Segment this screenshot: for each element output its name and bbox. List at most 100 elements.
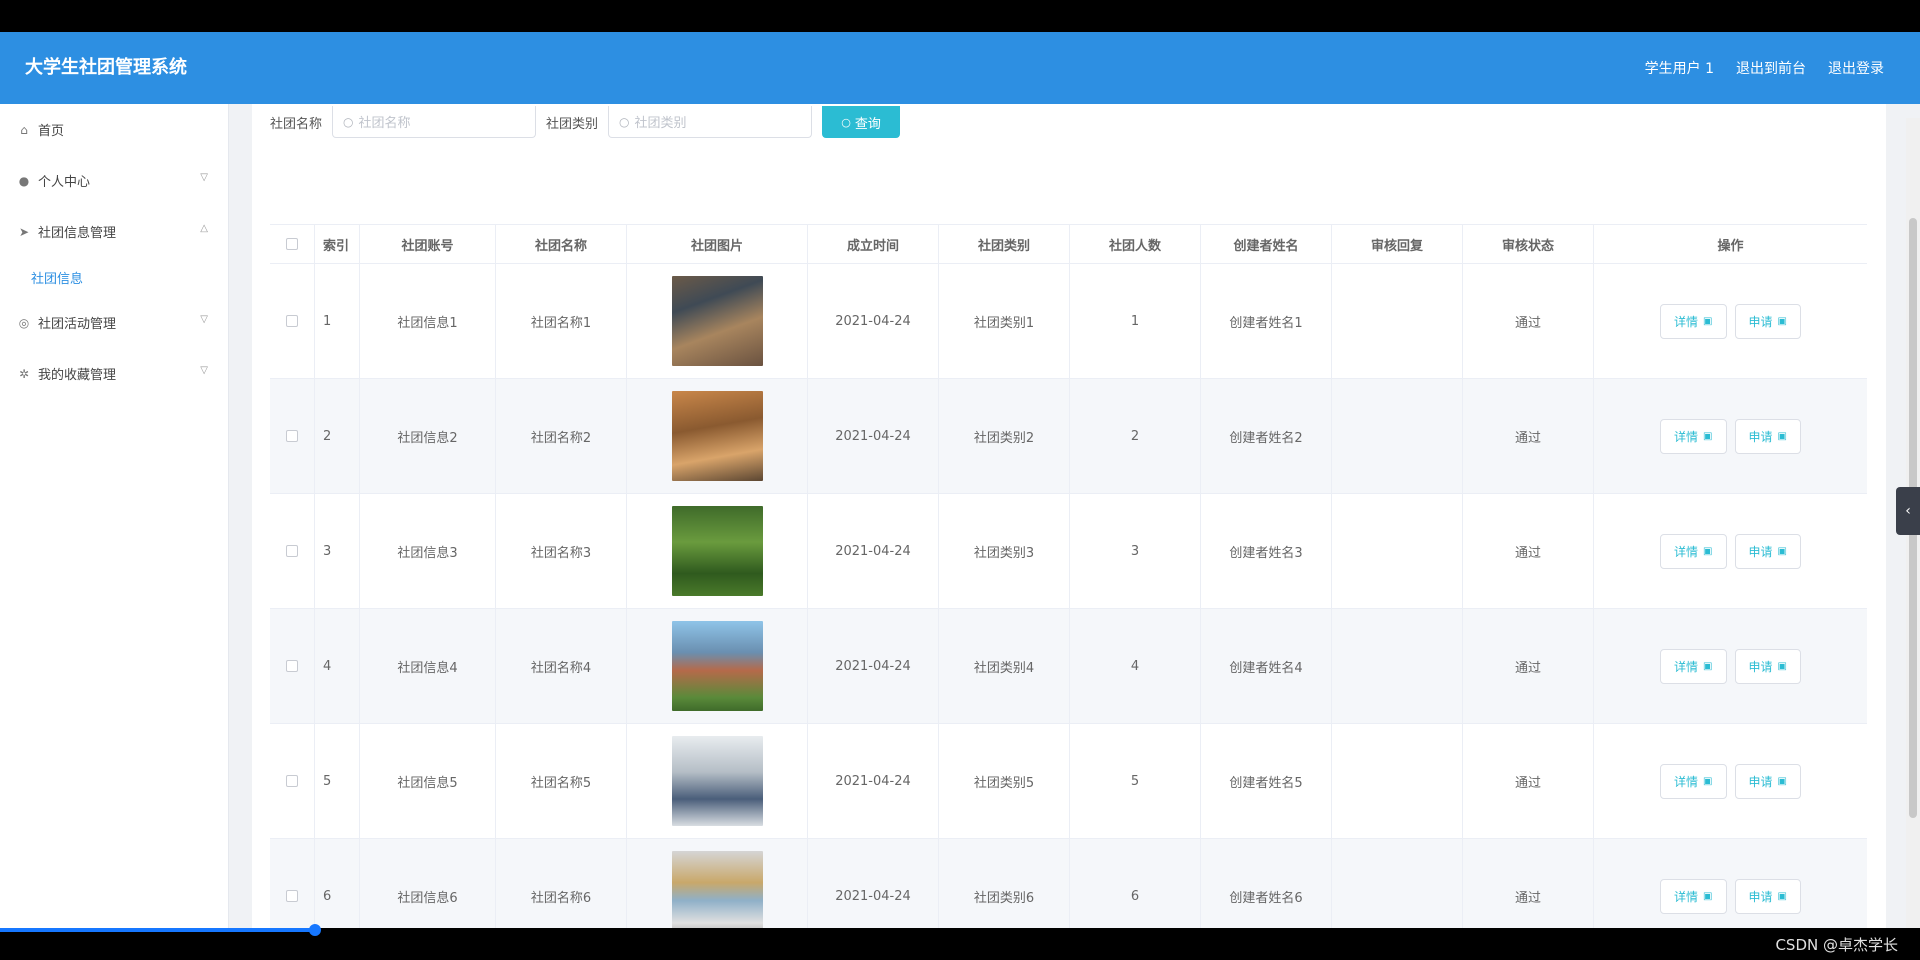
- detail-button[interactable]: 详情 ▣: [1660, 303, 1727, 339]
- club-image[interactable]: [671, 621, 763, 711]
- club-name: 社团名称5: [496, 724, 627, 838]
- current-user[interactable]: 学生用户 1: [1645, 58, 1714, 78]
- row-actions: 详情 ▣ 申请 ▣: [1594, 379, 1867, 493]
- chevron-down-icon: ▽: [200, 314, 208, 325]
- row-select-cell: [270, 839, 315, 928]
- col-header: 社团人数: [1070, 225, 1201, 263]
- sidebar-item-label: 我的收藏管理: [38, 368, 117, 383]
- review-reply: [1332, 724, 1463, 838]
- row-index: 2: [315, 379, 360, 493]
- apply-button[interactable]: 申请 ▣: [1734, 418, 1801, 454]
- chevron-down-icon: ▽: [200, 365, 208, 376]
- club-name-input[interactable]: ○ 社团名称: [332, 106, 537, 138]
- row-checkbox[interactable]: [286, 545, 298, 557]
- club-name: 社团名称2: [496, 379, 627, 493]
- watermark: CSDN @卓杰学长: [1775, 936, 1898, 954]
- video-progress-handle[interactable]: [309, 924, 321, 936]
- col-header: 社团名称: [496, 225, 627, 263]
- collapse-side-tab[interactable]: ‹: [1896, 487, 1920, 535]
- table-row: 6 社团信息6 社团名称6 2021-04-24 社团类别6 6 创建者姓名6 …: [270, 839, 1867, 928]
- sidebar-item-club-activity-mgmt[interactable]: ◎ 社团活动管理 ▽: [0, 297, 228, 348]
- review-reply: [1332, 494, 1463, 608]
- row-checkbox[interactable]: [286, 430, 298, 442]
- review-reply: [1332, 264, 1463, 378]
- club-image-cell: [627, 609, 808, 723]
- col-header: 社团图片: [627, 225, 808, 263]
- document-icon: ▣: [1777, 315, 1787, 327]
- sidebar-item-club-info-mgmt[interactable]: ➤ 社团信息管理 △: [0, 206, 228, 257]
- chevron-down-icon: ▽: [200, 172, 208, 183]
- club-image[interactable]: [671, 851, 763, 928]
- query-button[interactable]: ○ 查询: [822, 106, 901, 138]
- document-icon: ▣: [1703, 545, 1713, 557]
- table-row: 1 社团信息1 社团名称1 2021-04-24 社团类别1 1 创建者姓名1 …: [270, 264, 1867, 379]
- row-actions: 详情 ▣ 申请 ▣: [1594, 494, 1867, 608]
- row-checkbox[interactable]: [286, 775, 298, 787]
- apply-button[interactable]: 申请 ▣: [1734, 303, 1801, 339]
- search-icon: ○: [343, 114, 354, 129]
- apply-button[interactable]: 申请 ▣: [1734, 763, 1801, 799]
- club-image-cell: [627, 379, 808, 493]
- review-status: 通过: [1463, 839, 1594, 928]
- logout-link[interactable]: 退出登录: [1828, 58, 1884, 78]
- apply-button-label: 申请: [1748, 314, 1773, 329]
- apply-button[interactable]: 申请 ▣: [1734, 648, 1801, 684]
- search-bar: 社团名称 ○ 社团名称 社团类别 ○ 社团类别 ○ 查询: [270, 104, 901, 140]
- query-button-label: 查询: [854, 116, 881, 132]
- sidebar-item-personal-center[interactable]: ● 个人中心 ▽: [0, 155, 228, 206]
- club-type-placeholder: 社团类别: [634, 116, 687, 131]
- star-icon: ✲: [18, 366, 30, 381]
- club-image[interactable]: [671, 276, 763, 366]
- video-bar: CSDN @卓杰学长: [0, 924, 1920, 960]
- club-type-input[interactable]: ○ 社团类别: [608, 106, 813, 138]
- sidebar-subitem-club-info[interactable]: 社团信息: [0, 257, 228, 297]
- row-checkbox[interactable]: [286, 890, 298, 902]
- review-reply: [1332, 609, 1463, 723]
- apply-button[interactable]: 申请 ▣: [1734, 533, 1801, 569]
- table-row: 3 社团信息3 社团名称3 2021-04-24 社团类别3 3 创建者姓名3 …: [270, 494, 1867, 609]
- club-image[interactable]: [671, 506, 763, 596]
- club-image[interactable]: [671, 391, 763, 481]
- detail-button[interactable]: 详情 ▣: [1660, 418, 1727, 454]
- row-checkbox[interactable]: [286, 660, 298, 672]
- apply-button[interactable]: 申请 ▣: [1734, 878, 1801, 914]
- sidebar-item-favorites-mgmt[interactable]: ✲ 我的收藏管理 ▽: [0, 348, 228, 399]
- club-type: 社团类别5: [939, 724, 1070, 838]
- club-image-cell: [627, 724, 808, 838]
- table-body: 1 社团信息1 社团名称1 2021-04-24 社团类别1 1 创建者姓名1 …: [270, 264, 1867, 928]
- club-name-placeholder: 社团名称: [358, 116, 411, 131]
- apply-button-label: 申请: [1748, 774, 1773, 789]
- detail-button[interactable]: 详情 ▣: [1660, 533, 1727, 569]
- detail-button[interactable]: 详情 ▣: [1660, 648, 1727, 684]
- sidebar-item-label: 首页: [38, 124, 65, 139]
- circle-icon: ◎: [18, 315, 30, 330]
- detail-button-label: 详情: [1674, 314, 1699, 329]
- club-image[interactable]: [671, 736, 763, 826]
- detail-button-label: 详情: [1674, 889, 1699, 904]
- select-all-checkbox[interactable]: [286, 238, 298, 250]
- review-status: 通过: [1463, 494, 1594, 608]
- row-actions: 详情 ▣ 申请 ▣: [1594, 264, 1867, 378]
- sidebar-item-home[interactable]: ⌂ 首页: [0, 104, 228, 155]
- table-row: 5 社团信息5 社团名称5 2021-04-24 社团类别5 5 创建者姓名5 …: [270, 724, 1867, 839]
- creator-name: 创建者姓名2: [1201, 379, 1332, 493]
- row-checkbox[interactable]: [286, 315, 298, 327]
- club-account: 社团信息1: [360, 264, 496, 378]
- video-progress[interactable]: [0, 928, 316, 932]
- detail-button[interactable]: 详情 ▣: [1660, 763, 1727, 799]
- club-type-label: 社团类别: [546, 116, 599, 132]
- founded-date: 2021-04-24: [808, 839, 939, 928]
- back-to-front-link[interactable]: 退出到前台: [1736, 58, 1806, 78]
- detail-button-label: 详情: [1674, 544, 1699, 559]
- row-index: 1: [315, 264, 360, 378]
- creator-name: 创建者姓名6: [1201, 839, 1332, 928]
- club-image-cell: [627, 839, 808, 928]
- review-status: 通过: [1463, 264, 1594, 378]
- detail-button[interactable]: 详情 ▣: [1660, 878, 1727, 914]
- row-select-cell: [270, 724, 315, 838]
- member-count: 5: [1070, 724, 1201, 838]
- club-name: 社团名称6: [496, 839, 627, 928]
- sidebar-item-label: 社团活动管理: [38, 317, 117, 332]
- club-image-cell: [627, 494, 808, 608]
- home-icon: ⌂: [20, 122, 28, 137]
